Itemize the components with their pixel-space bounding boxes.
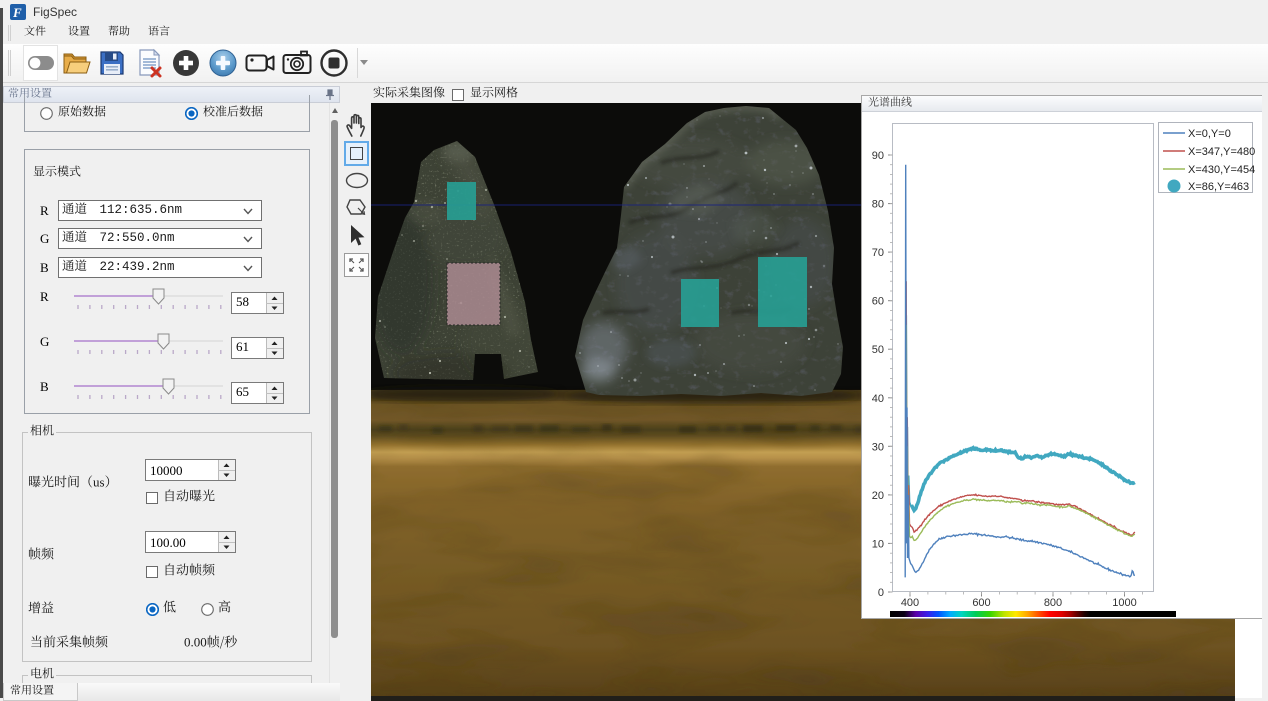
svg-text:20: 20: [872, 490, 884, 502]
svg-text:30: 30: [872, 441, 884, 453]
svg-text:70: 70: [872, 247, 884, 259]
svg-text:1000: 1000: [1112, 597, 1136, 609]
svg-text:50: 50: [872, 344, 884, 356]
svg-text:10: 10: [872, 538, 884, 550]
svg-text:80: 80: [872, 199, 884, 211]
svg-text:us: us: [93, 474, 105, 489]
svg-text:0: 0: [878, 587, 884, 599]
svg-text:600: 600: [972, 597, 990, 609]
svg-text:0.00: 0.00: [184, 634, 207, 649]
svg-text:800: 800: [1044, 597, 1062, 609]
svg-text:X=430,Y=454: X=430,Y=454: [1188, 164, 1255, 176]
svg-text:22:439.2nm: 22:439.2nm: [100, 260, 175, 274]
svg-text:72:550.0nm: 72:550.0nm: [100, 231, 175, 245]
svg-text:40: 40: [872, 393, 884, 405]
svg-text:112:635.6nm: 112:635.6nm: [100, 203, 183, 217]
svg-text:X=86,Y=463: X=86,Y=463: [1188, 181, 1249, 193]
svg-text:400: 400: [901, 597, 919, 609]
svg-text:X=0,Y=0: X=0,Y=0: [1188, 128, 1231, 140]
svg-text:60: 60: [872, 296, 884, 308]
svg-text:90: 90: [872, 150, 884, 162]
svg-text:X=347,Y=480: X=347,Y=480: [1188, 146, 1255, 158]
